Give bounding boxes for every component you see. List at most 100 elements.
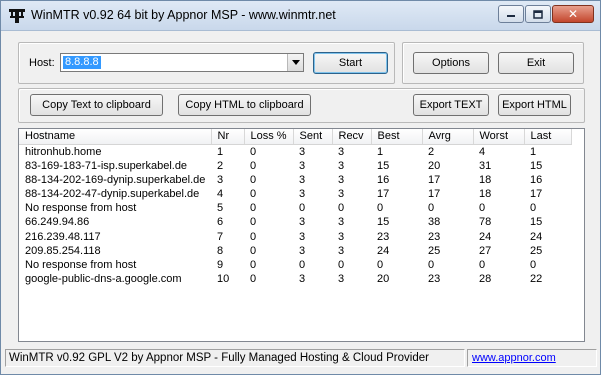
column-header-best[interactable]: Best <box>371 129 423 145</box>
host-combobox[interactable]: 8.8.8.8 <box>60 53 304 72</box>
cell-sent: 3 <box>299 159 306 172</box>
cell-best: 16 <box>377 173 390 186</box>
column-header-recv[interactable]: Recv <box>332 129 372 145</box>
column-header-avrg[interactable]: Avrg <box>422 129 474 145</box>
cell-recv: 3 <box>338 230 345 243</box>
cell-avrg: 2 <box>428 145 435 158</box>
cell-best: 24 <box>377 244 390 257</box>
table-row[interactable]: hitronhub.home 1 0 3 3 1 2 4 1 <box>19 144 571 159</box>
column-header-hostname[interactable]: Hostname <box>19 129 212 145</box>
winmtr-window: WinMTR v0.92 64 bit by Appnor MSP - www.… <box>0 0 601 375</box>
cell-hostname: google-public-dns-a.google.com <box>25 273 182 286</box>
cell-best: 17 <box>377 187 390 200</box>
cell-sent: 3 <box>299 230 306 243</box>
export-html-button[interactable]: Export HTML <box>498 94 571 116</box>
cell-recv: 0 <box>338 258 345 271</box>
cell-avrg: 0 <box>428 202 435 215</box>
cell-avrg: 20 <box>428 159 441 172</box>
table-row[interactable]: 66.249.94.86 6 0 3 3 15 38 78 15 <box>19 215 571 229</box>
cell-recv: 3 <box>338 216 345 229</box>
exit-button[interactable]: Exit <box>498 52 574 74</box>
cell-sent: 3 <box>299 187 306 200</box>
cell-worst: 0 <box>479 258 486 271</box>
results-list[interactable]: Hostname Nr Loss % Sent Recv Best Avrg W… <box>18 128 585 342</box>
title-bar[interactable]: WinMTR v0.92 64 bit by Appnor MSP - www.… <box>1 1 600 31</box>
column-header-sent[interactable]: Sent <box>293 129 333 145</box>
cell-recv: 3 <box>338 145 345 158</box>
cell-last: 0 <box>530 258 537 271</box>
cell-worst: 24 <box>479 230 492 243</box>
cell-recv: 0 <box>338 202 345 215</box>
column-header-loss[interactable]: Loss % <box>244 129 294 145</box>
copy-html-button[interactable]: Copy HTML to clipboard <box>178 94 311 116</box>
cell-last: 1 <box>530 145 537 158</box>
cell-avrg: 25 <box>428 244 441 257</box>
window-title: WinMTR v0.92 64 bit by Appnor MSP - www.… <box>31 8 336 22</box>
cell-worst: 78 <box>479 216 492 229</box>
cell-last: 0 <box>530 202 537 215</box>
cell-hostname: 216.239.48.117 <box>25 230 101 243</box>
cell-loss: 0 <box>250 145 257 158</box>
cell-worst: 27 <box>479 244 492 257</box>
host-input[interactable]: 8.8.8.8 <box>63 56 101 69</box>
status-bar: WinMTR v0.92 GPL V2 by Appnor MSP - Full… <box>1 344 600 374</box>
start-button[interactable]: Start <box>313 52 388 74</box>
cell-best: 0 <box>377 258 384 271</box>
cell-last: 15 <box>530 216 543 229</box>
cell-last: 17 <box>530 187 543 200</box>
cell-nr: 4 <box>217 187 224 200</box>
cell-avrg: 0 <box>428 258 435 271</box>
cell-hostname: hitronhub.home <box>25 145 102 158</box>
maximize-button[interactable] <box>525 5 551 23</box>
table-row[interactable]: 83-169-183-71-isp.superkabel.de 2 0 3 3 15 20 3… <box>19 159 571 173</box>
cell-worst: 18 <box>479 173 492 186</box>
cell-best: 15 <box>377 216 390 229</box>
column-header-worst[interactable]: Worst <box>473 129 525 145</box>
cell-worst: 28 <box>479 273 492 286</box>
appnor-link[interactable]: www.appnor.com <box>467 349 597 367</box>
host-label: Host: <box>29 57 55 69</box>
cell-last: 22 <box>530 273 543 286</box>
cell-best: 1 <box>377 145 384 158</box>
export-text-button[interactable]: Export TEXT <box>413 94 489 116</box>
table-row[interactable]: 216.239.48.117 7 0 3 3 23 23 24 24 <box>19 229 571 243</box>
table-row[interactable]: 88-134-202-169-dynip.superkabel.de 3 0 3 3 16… <box>19 173 571 187</box>
table-row[interactable]: google-public-dns-a.google.com 10 0 3 3 20 23 2… <box>19 272 571 286</box>
table-row[interactable]: No response from host 9 0 0 0 0 0 0 0 <box>19 258 571 272</box>
minimize-button[interactable] <box>498 5 524 23</box>
cell-hostname: 88-134-202-169-dynip.superkabel.de <box>25 173 206 186</box>
column-header-nr[interactable]: Nr <box>211 129 245 145</box>
minimize-icon <box>507 15 515 17</box>
cell-avrg: 23 <box>428 230 441 243</box>
table-row[interactable]: No response from host 5 0 0 0 0 0 0 0 <box>19 201 571 215</box>
host-dropdown-button[interactable] <box>287 54 303 71</box>
column-header-last[interactable]: Last <box>524 129 572 145</box>
cell-best: 23 <box>377 230 390 243</box>
chevron-down-icon <box>291 60 300 65</box>
cell-recv: 3 <box>338 244 345 257</box>
results-body: hitronhub.home 1 0 3 3 1 2 4 1 83-169-183-71-isp.… <box>19 144 571 286</box>
close-button[interactable]: ✕ <box>552 5 594 23</box>
cell-last: 24 <box>530 230 543 243</box>
cell-last: 16 <box>530 173 543 186</box>
cell-loss: 0 <box>250 258 257 271</box>
cell-best: 20 <box>377 273 390 286</box>
table-row[interactable]: 209.85.254.118 8 0 3 3 24 25 27 25 <box>19 244 571 258</box>
close-icon: ✕ <box>567 7 579 21</box>
cell-nr: 3 <box>217 173 224 186</box>
cell-loss: 0 <box>250 244 257 257</box>
copy-text-button[interactable]: Copy Text to clipboard <box>30 94 163 116</box>
cell-nr: 5 <box>217 202 224 215</box>
table-row[interactable]: 88-134-202-47-dynip.superkabel.de 4 0 3 3 17 1… <box>19 187 571 201</box>
cell-best: 0 <box>377 202 384 215</box>
cell-recv: 3 <box>338 273 345 286</box>
cell-sent: 3 <box>299 244 306 257</box>
cell-loss: 0 <box>250 273 257 286</box>
cell-nr: 10 <box>217 273 230 286</box>
options-button[interactable]: Options <box>413 52 489 74</box>
cell-hostname: 88-134-202-47-dynip.superkabel.de <box>25 187 200 200</box>
cell-loss: 0 <box>250 202 257 215</box>
cell-nr: 2 <box>217 159 224 172</box>
cell-last: 25 <box>530 244 543 257</box>
cell-worst: 0 <box>479 202 486 215</box>
